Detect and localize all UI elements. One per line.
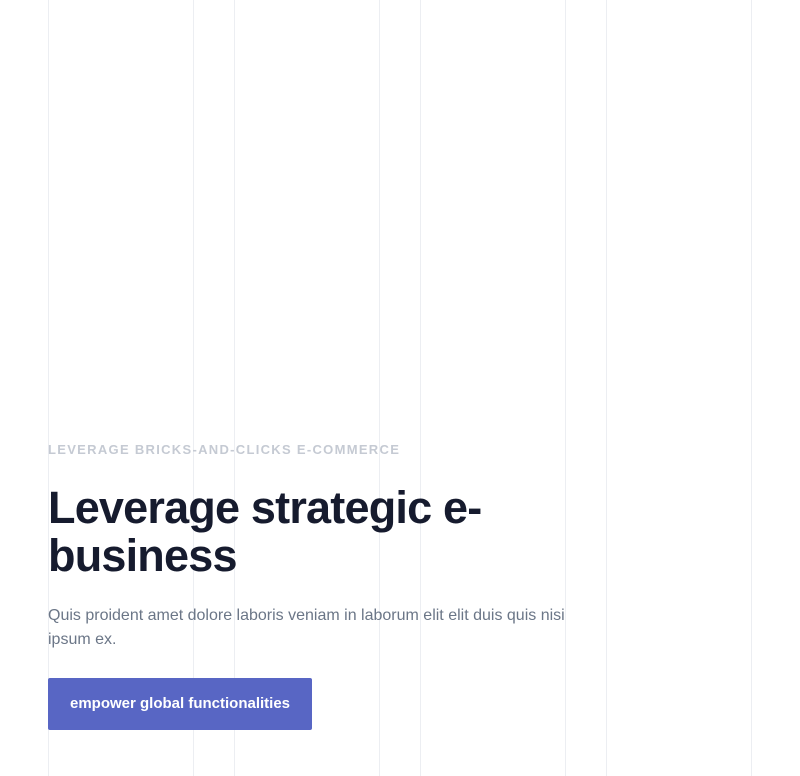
hero-title: Leverage strategic e-business [48,482,482,581]
grid-line [751,0,752,776]
hero-eyebrow: LEVERAGE BRICKS-AND-CLICKS E-COMMERCE [48,442,401,457]
hero-section: LEVERAGE BRICKS-AND-CLICKS E-COMMERCE Le… [48,442,608,730]
cta-button[interactable]: empower global functionalities [48,678,313,730]
hero-subtitle: Quis proident amet dolore laboris veniam… [48,607,565,648]
